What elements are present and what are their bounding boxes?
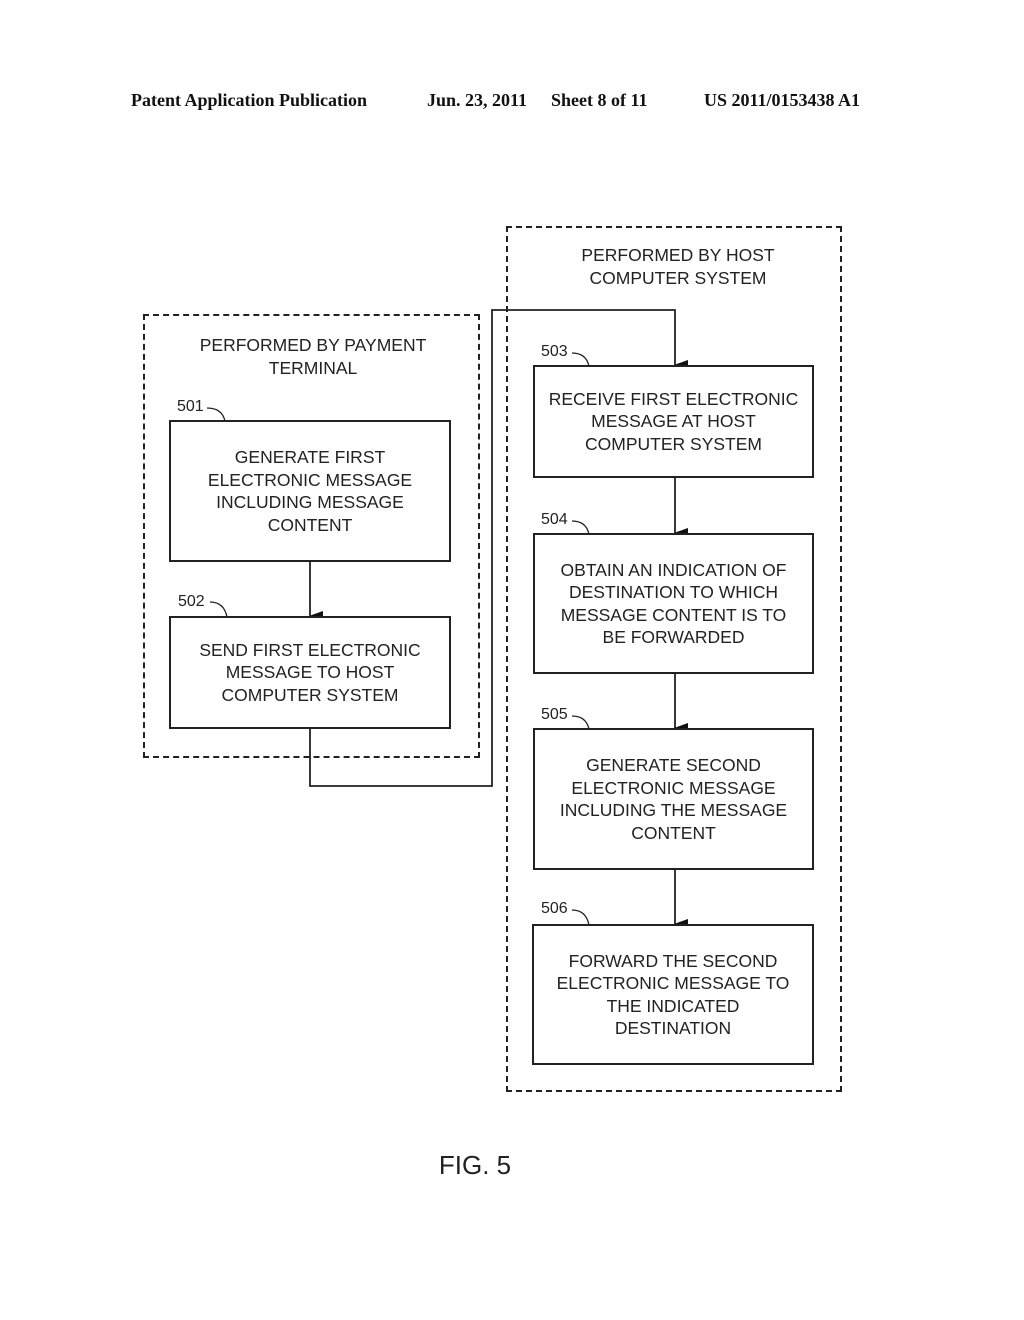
step-ref-501: 501 bbox=[177, 398, 204, 415]
step-text-line: MESSAGE TO HOST bbox=[225, 662, 395, 683]
step-text-line: DESTINATION TO WHICH bbox=[568, 582, 779, 602]
step-text-line: MESSAGE AT HOST bbox=[591, 411, 756, 432]
step-502-box: SEND FIRST ELECTRONIC MESSAGE TO HOST CO… bbox=[169, 616, 451, 729]
step-text-line: FORWARD THE SECOND bbox=[568, 950, 778, 971]
step-text-line: INCLUDING THE MESSAGE bbox=[559, 800, 788, 820]
ref-hook-502 bbox=[209, 601, 228, 618]
step-ref-502: 502 bbox=[178, 593, 205, 610]
figure-label: FIG. 5 bbox=[438, 1150, 512, 1180]
step-text-line: THE INDICATED bbox=[606, 995, 740, 1016]
step-text-line: OBTAIN AN INDICATION OF bbox=[560, 559, 787, 580]
step-text-line: INCLUDING MESSAGE bbox=[216, 492, 404, 512]
step-503-box: RECEIVE FIRST ELECTRONIC MESSAGE AT HOST… bbox=[533, 365, 814, 478]
step-text-line: ELECTRONIC MESSAGE bbox=[207, 469, 413, 490]
step-text-line: SEND FIRST ELECTRONIC bbox=[199, 639, 421, 660]
ref-hook-506 bbox=[571, 909, 590, 926]
step-ref-503: 503 bbox=[541, 343, 568, 360]
step-text-line: MESSAGE CONTENT IS TO bbox=[560, 604, 787, 625]
step-ref-506: 506 bbox=[541, 900, 568, 917]
flow-connectors bbox=[206, 309, 688, 929]
step-506-box: FORWARD THE SECOND ELECTRONIC MESSAGE TO… bbox=[532, 924, 814, 1065]
step-text-line: CONTENT bbox=[267, 514, 353, 535]
step-504-box: OBTAIN AN INDICATION OF DESTINATION TO W… bbox=[533, 533, 814, 674]
step-text-line: ELECTRONIC MESSAGE bbox=[571, 777, 776, 798]
step-505-box: GENERATE SECOND ELECTRONIC MESSAGE INCLU… bbox=[533, 728, 814, 870]
step-text-line: COMPUTER SYSTEM bbox=[221, 684, 399, 705]
step-ref-504: 504 bbox=[541, 511, 568, 528]
step-501-box: GENERATE FIRST ELECTRONIC MESSAGE INCLUD… bbox=[169, 420, 451, 562]
step-text-line: DESTINATION bbox=[614, 1018, 732, 1038]
step-text-line: ELECTRONIC MESSAGE TO bbox=[556, 973, 790, 993]
step-text-line: RECEIVE FIRST ELECTRONIC bbox=[548, 388, 799, 409]
step-text-line: GENERATE FIRST bbox=[234, 447, 386, 467]
step-text-line: BE FORWARDED bbox=[602, 627, 745, 647]
step-text-line: COMPUTER SYSTEM bbox=[585, 433, 762, 454]
step-ref-505: 505 bbox=[541, 706, 568, 723]
step-text-line: GENERATE SECOND bbox=[586, 755, 761, 775]
step-text-line: CONTENT bbox=[631, 822, 716, 843]
